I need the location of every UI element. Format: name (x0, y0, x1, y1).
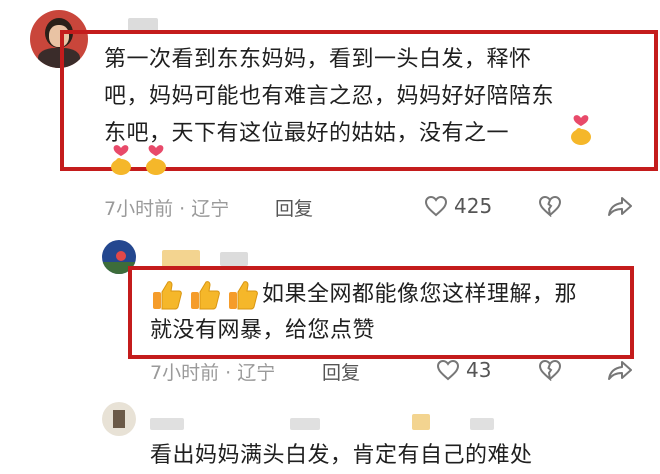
comment-1-like-button[interactable]: 425 (424, 194, 492, 218)
hand-heart-emoji (142, 142, 170, 176)
username-blurred (470, 418, 494, 430)
avatar-commenter-3[interactable] (102, 402, 136, 436)
comment-2-like-button[interactable]: 43 (436, 358, 491, 382)
share-arrow-icon[interactable] (607, 360, 633, 380)
comment-2-line-1: 如果全网都能像您这样理解，那 (262, 282, 578, 307)
username-blurred (412, 414, 430, 430)
comment-1-line-3: 东吧，天下有这位最好的姑姑，没有之一 (104, 121, 510, 146)
comment-2-time-location: 7小时前 · 辽宁 (150, 362, 276, 384)
thumbs-up-emoji (188, 279, 222, 311)
comment-1-reply-button[interactable]: 回复 (275, 194, 313, 221)
heart-icon (424, 195, 448, 217)
comment-2-line-2: 就没有网暴，给您点赞 (150, 318, 376, 343)
comment-1-time-location: 7小时前 · 辽宁 (104, 198, 230, 220)
comment-1-line-2: 吧，妈妈可能也有难言之忍，妈妈好好陪陪东 (104, 84, 555, 109)
comment-1-text: 第一次看到东东妈妈，看到一头白发，释怀 吧，妈妈可能也有难言之忍，妈妈好好陪陪东… (104, 41, 644, 152)
username-blurred (220, 252, 248, 266)
hand-heart-emoji (567, 112, 595, 146)
thumbs-up-emoji (226, 279, 260, 311)
comment-1-like-count: 425 (454, 194, 493, 218)
comment-1-line-1: 第一次看到东东妈妈，看到一头白发，释怀 (104, 47, 532, 72)
thumbs-up-emoji (150, 279, 184, 311)
hand-heart-emoji (107, 142, 135, 176)
broken-heart-icon[interactable] (538, 195, 562, 217)
comment-2-like-count: 43 (466, 358, 492, 382)
broken-heart-icon[interactable] (538, 359, 562, 381)
username-blurred (150, 418, 184, 430)
comment-3-text-partial: 看出妈妈满头白发，肯定有自己的难处 (150, 443, 533, 468)
comment-2-reply-button[interactable]: 回复 (322, 358, 360, 385)
share-arrow-icon[interactable] (607, 196, 633, 216)
username-blurred (290, 418, 320, 430)
heart-icon (436, 359, 460, 381)
